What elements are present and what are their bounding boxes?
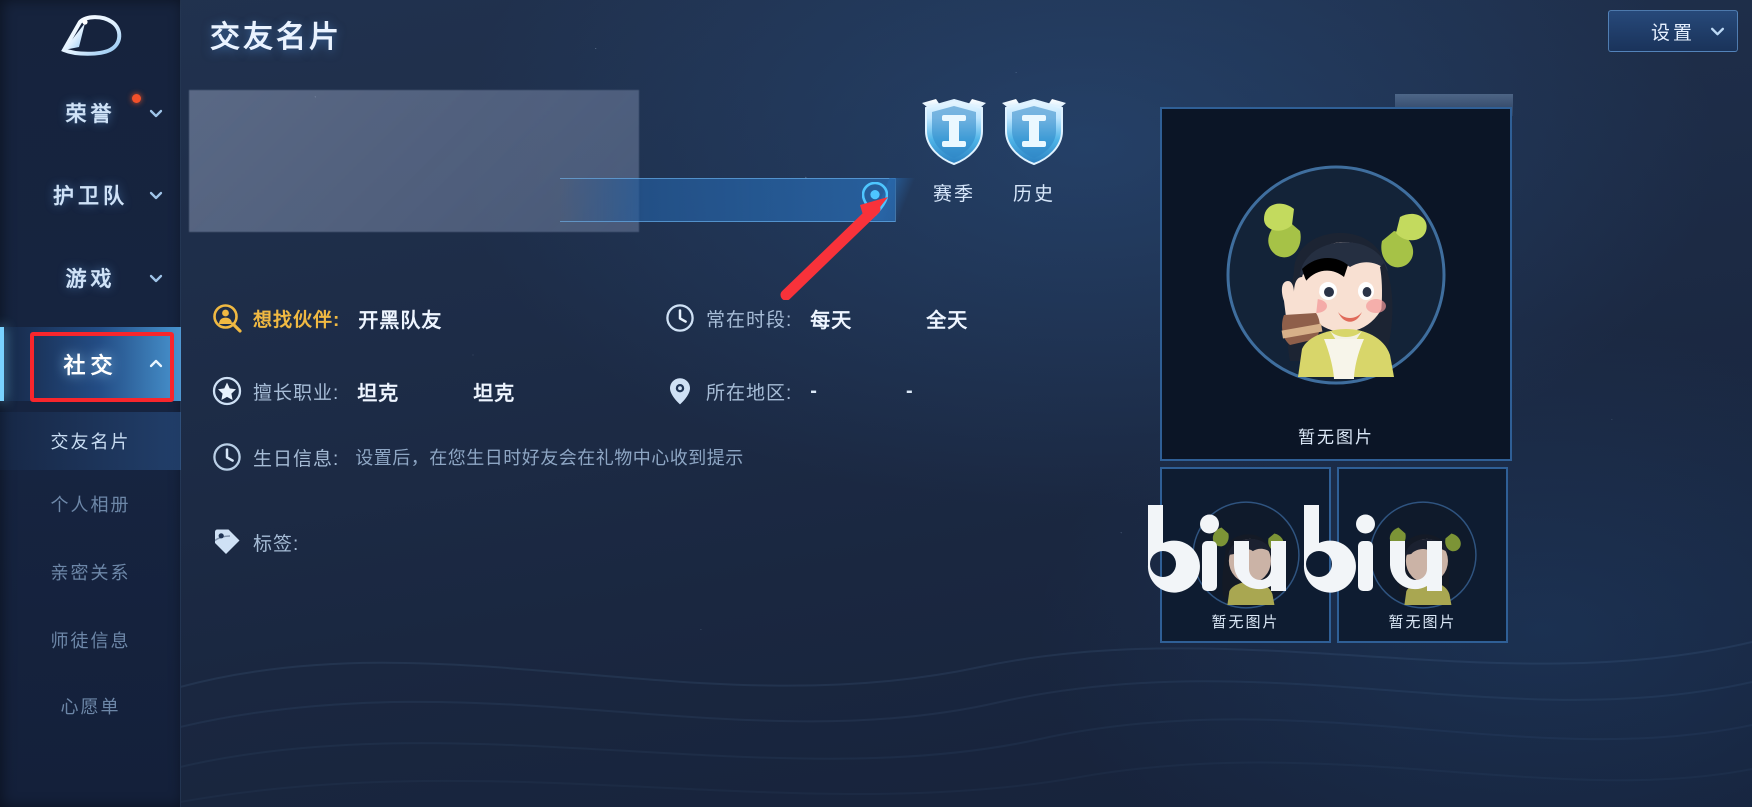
sidebar-sub-label: 师徒信息 — [50, 631, 131, 651]
game-logo-icon — [60, 15, 121, 56]
settings-button[interactable]: 设置 — [1608, 10, 1738, 52]
corner-decoration — [1496, 109, 1510, 123]
gallery-thumbnail[interactable]: 暂无图片 — [1160, 467, 1331, 643]
info-row-value: 开黑队友 — [358, 309, 443, 332]
info-row-label: 想找伙伴: — [253, 309, 341, 331]
rank-shield-icon — [1002, 98, 1066, 166]
wave-decoration — [180, 641, 1752, 803]
sidebar-item-intimate-relations[interactable]: 亲密关系 — [0, 543, 181, 601]
sidebar-sub-label: 交友名片 — [50, 432, 131, 452]
rank-shield-icon — [922, 98, 986, 166]
info-row-value-secondary: 全天 — [926, 309, 969, 332]
clock-icon — [666, 304, 694, 332]
avatar — [1226, 165, 1446, 385]
sidebar-group-guard-team[interactable]: 护卫队 — [0, 166, 181, 224]
gallery-main-photo[interactable]: 暂无图片 — [1160, 107, 1512, 461]
info-row-label: 生日信息: — [253, 448, 340, 470]
sidebar-sub-label: 个人相册 — [50, 495, 131, 515]
info-row-active-time[interactable]: 常在时段: 每天 全天 — [665, 303, 968, 333]
info-row-region[interactable]: 所在地区: - - — [665, 376, 914, 406]
chevron-down-icon — [1710, 27, 1725, 36]
info-row-label: 常在时段: — [706, 309, 793, 331]
sidebar-group-label: 荣誉 — [65, 103, 116, 126]
location-search-bar[interactable] — [560, 178, 896, 222]
photo-gallery: 暂无图片 暂无图片 暂无图片 — [1160, 107, 1512, 643]
info-row-value-secondary: 坦克 — [473, 382, 516, 405]
game-client-window: 荣誉 护卫队 游戏 社交 交友名片 个人相册 亲密关系 师徒信息 心愿单 交友名… — [0, 0, 1752, 807]
sidebar-item-mentor-info[interactable]: 师徒信息 — [0, 611, 181, 669]
main-photo-caption: 暂无图片 — [1298, 428, 1374, 447]
sidebar-sub-label: 亲密关系 — [50, 563, 131, 583]
sidebar-group-honor[interactable]: 荣誉 — [0, 84, 181, 142]
notification-dot-badge — [132, 94, 141, 103]
sidebar: 荣誉 护卫队 游戏 社交 交友名片 个人相册 亲密关系 师徒信息 心愿单 — [0, 0, 181, 807]
badge-label: 赛季 — [932, 184, 975, 205]
avatar — [1191, 501, 1300, 609]
settings-button-label: 设置 — [1650, 22, 1695, 44]
thumbnail-caption: 暂无图片 — [1388, 614, 1457, 631]
info-row-birthday[interactable]: 生日信息: 设置后，在您生日时好友会在礼物中心收到提示 — [212, 442, 744, 472]
badge-label: 历史 — [1012, 184, 1055, 205]
info-row-hint: 设置后，在您生日时好友会在礼物中心收到提示 — [355, 448, 744, 468]
app-logo[interactable] — [0, 8, 181, 64]
info-row-value: 每天 — [810, 309, 853, 332]
chevron-down-icon — [149, 274, 163, 283]
clock-icon — [213, 443, 241, 471]
sidebar-item-friend-card[interactable]: 交友名片 — [0, 412, 181, 470]
chevron-up-icon — [149, 359, 163, 368]
sidebar-group-game[interactable]: 游戏 — [0, 249, 181, 307]
info-row-seeking-partner[interactable]: 想找伙伴: 开黑队友 — [212, 303, 442, 333]
avatar — [1368, 501, 1477, 609]
chevron-down-icon — [149, 191, 163, 200]
person-search-icon — [213, 304, 242, 333]
gallery-thumbnail[interactable]: 暂无图片 — [1337, 467, 1508, 643]
info-row-label: 所在地区: — [706, 382, 793, 404]
page-title: 交友名片 — [210, 21, 342, 54]
location-pin-icon — [670, 378, 690, 405]
season-rank-badge[interactable]: 赛季 — [920, 97, 988, 206]
info-row-tags[interactable]: 标签: — [212, 527, 299, 557]
history-rank-badge[interactable]: 历史 — [1000, 97, 1068, 206]
location-pin-icon[interactable] — [862, 182, 888, 216]
chevron-down-icon — [149, 109, 163, 118]
info-row-label: 标签: — [253, 533, 300, 555]
sidebar-group-label: 护卫队 — [53, 185, 128, 208]
info-row-value: 坦克 — [357, 382, 400, 405]
corner-decoration — [1162, 109, 1176, 123]
info-row-preferred-role[interactable]: 擅长职业: 坦克 坦克 — [212, 376, 515, 406]
info-row-value: - — [810, 379, 818, 402]
sidebar-item-social[interactable]: 社交 — [0, 327, 181, 401]
sidebar-item-wishlist[interactable]: 心愿单 — [0, 677, 181, 735]
thumbnail-caption: 暂无图片 — [1211, 614, 1280, 631]
sidebar-active-label: 社交 — [63, 353, 118, 378]
info-row-label: 擅长职业: — [253, 382, 340, 404]
sidebar-sub-label: 心愿单 — [60, 697, 121, 717]
star-circle-icon — [212, 376, 242, 406]
info-row-value-secondary: - — [905, 379, 914, 402]
sidebar-group-label: 游戏 — [65, 268, 116, 291]
sidebar-item-personal-album[interactable]: 个人相册 — [0, 475, 181, 533]
tag-icon — [213, 529, 240, 554]
gallery-thumbnail-row: 暂无图片 暂无图片 — [1160, 467, 1508, 643]
